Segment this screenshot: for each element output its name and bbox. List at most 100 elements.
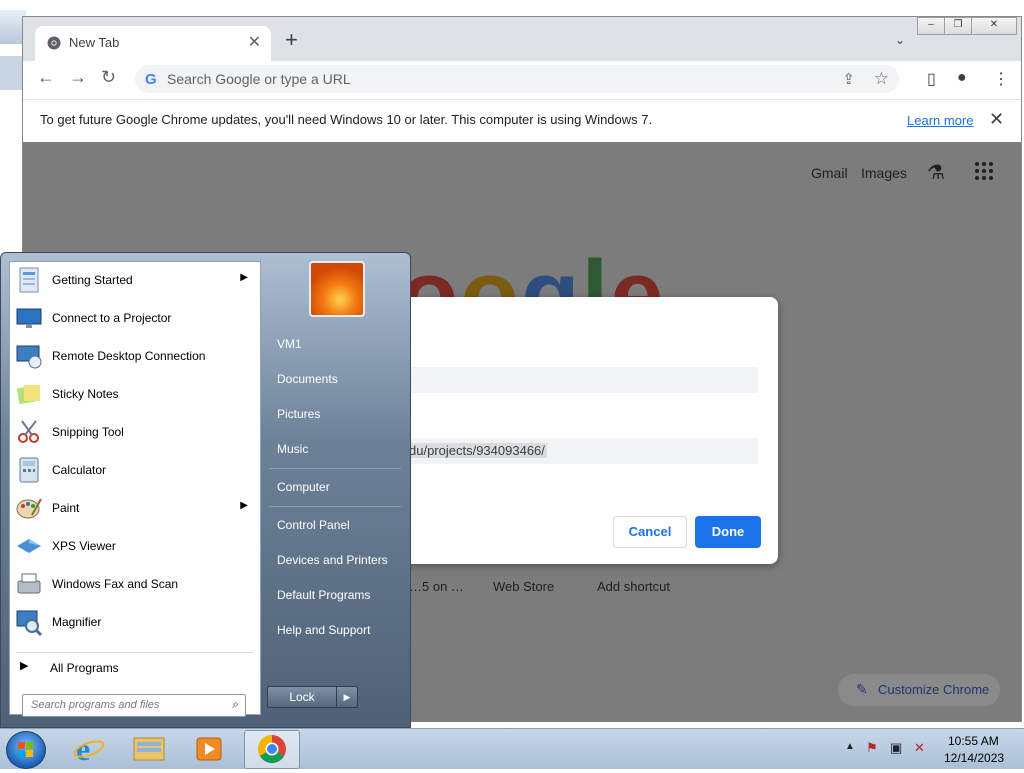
program-connect-projector[interactable]: Connect to a Projector: [10, 300, 260, 336]
magnifier-icon: [16, 610, 43, 637]
program-fax-scan[interactable]: Windows Fax and Scan: [10, 566, 260, 602]
omnibox[interactable]: G Search Google or type a URL ⇪ ☆: [135, 65, 899, 93]
gmail-link[interactable]: Gmail: [811, 165, 848, 181]
close-window-button[interactable]: ✕: [971, 17, 1017, 35]
clock-time[interactable]: 10:55 AM: [948, 734, 999, 748]
windows-logo-icon: [18, 742, 33, 757]
search-placeholder: Search programs and files: [31, 699, 160, 711]
tab-new-tab[interactable]: New Tab ✕: [35, 26, 271, 61]
tray-expand-icon[interactable]: ▲: [845, 741, 855, 752]
toolbar: ← → ↻ G Search Google or type a URL ⇪ ☆ …: [23, 61, 1021, 97]
program-snipping-tool[interactable]: Snipping Tool: [10, 414, 260, 450]
program-sticky-notes[interactable]: Sticky Notes: [10, 376, 260, 412]
submenu-arrow-icon: ▶: [240, 500, 248, 511]
url-input[interactable]: du/projects/934093466/: [395, 438, 758, 464]
start-item-default-programs[interactable]: Default Programs: [277, 588, 370, 602]
program-label: Magnifier: [52, 615, 102, 629]
chrome-icon: [258, 735, 286, 763]
program-magnifier[interactable]: Magnifier: [10, 604, 260, 640]
user-picture-avatar[interactable]: [309, 261, 365, 317]
clock-date[interactable]: 12/14/2023: [944, 751, 1004, 765]
start-menu: Getting Started ▶ Connect to a Projector…: [0, 252, 411, 728]
lock-button[interactable]: Lock: [267, 686, 337, 708]
pencil-icon: ✎: [856, 681, 868, 697]
taskbar-media-player[interactable]: [182, 730, 236, 767]
program-label: Calculator: [52, 463, 107, 477]
done-button[interactable]: Done: [695, 516, 761, 548]
customize-chrome-button[interactable]: ✎ Customize Chrome: [838, 674, 1000, 706]
sticky-notes-icon: [16, 385, 40, 405]
start-orb-button[interactable]: [6, 731, 46, 769]
program-getting-started[interactable]: Getting Started ▶: [10, 262, 260, 298]
fax-scanner-icon: [17, 573, 41, 594]
program-label: Remote Desktop Connection: [52, 349, 206, 363]
program-label: Connect to a Projector: [52, 311, 172, 325]
edit-shortcut-dialog: du/projects/934093466/ Cancel Done: [395, 297, 778, 564]
profile-avatar-icon[interactable]: ●: [957, 69, 967, 87]
learn-more-link[interactable]: Learn more: [907, 113, 973, 128]
share-icon[interactable]: ⇪: [842, 70, 855, 88]
labs-flask-icon[interactable]: ⚗: [927, 160, 945, 185]
taskbar-internet-explorer[interactable]: e: [62, 730, 116, 767]
menu-kebab-icon[interactable]: ⋮: [993, 69, 1009, 89]
internet-explorer-icon: e: [73, 731, 105, 767]
programs-pane: Getting Started ▶ Connect to a Projector…: [9, 261, 261, 717]
start-item-control-panel[interactable]: Control Panel: [277, 518, 350, 532]
xps-viewer-icon: [17, 539, 41, 553]
new-tab-button[interactable]: +: [285, 29, 298, 51]
apps-grid-icon[interactable]: [975, 162, 993, 180]
tab-search-chevron-icon[interactable]: ⌄: [895, 33, 905, 47]
chrome-favicon-icon: [47, 36, 61, 50]
start-item-help-support[interactable]: Help and Support: [277, 623, 370, 637]
omnibox-placeholder: Search Google or type a URL: [167, 71, 351, 87]
restore-button[interactable]: ❐: [944, 17, 972, 35]
start-item-pictures[interactable]: Pictures: [277, 407, 320, 421]
shortcut-add[interactable]: Add shortcut: [597, 579, 670, 594]
minimize-button[interactable]: –: [917, 17, 945, 35]
tab-close-icon[interactable]: ✕: [248, 32, 261, 52]
reload-icon[interactable]: ↻: [101, 67, 116, 88]
name-input[interactable]: [395, 367, 758, 393]
shortcut-web-store[interactable]: Web Store: [493, 579, 554, 594]
divider: [16, 652, 254, 653]
folder-icon: [133, 737, 165, 761]
search-icon: ⌕: [232, 697, 239, 711]
network-icon[interactable]: ▣: [890, 740, 902, 756]
program-label: XPS Viewer: [52, 539, 116, 553]
program-label: Sticky Notes: [52, 387, 119, 401]
taskbar-google-chrome[interactable]: [244, 730, 300, 769]
program-paint[interactable]: Paint ▶: [10, 490, 260, 526]
shortcut-label[interactable]: …5 on …: [409, 579, 464, 594]
back-arrow-icon[interactable]: ←: [37, 67, 55, 88]
program-remote-desktop[interactable]: Remote Desktop Connection: [10, 338, 260, 374]
images-link[interactable]: Images: [861, 165, 907, 181]
volume-muted-icon[interactable]: ✕: [914, 740, 925, 756]
program-label: Snipping Tool: [52, 425, 124, 439]
forward-arrow-icon[interactable]: →: [69, 67, 87, 88]
getting-started-icon: [19, 267, 39, 293]
divider: [269, 506, 401, 507]
start-item-user[interactable]: VM1: [277, 337, 302, 351]
window-controls: – ❐ ✕: [917, 17, 1017, 35]
start-item-music[interactable]: Music: [277, 442, 308, 456]
cancel-button[interactable]: Cancel: [613, 516, 687, 548]
side-panel-icon[interactable]: ▯: [927, 69, 936, 89]
program-xps-viewer[interactable]: XPS Viewer: [10, 528, 260, 564]
search-programs-input[interactable]: Search programs and files ⌕: [22, 694, 246, 717]
shutdown-options-arrow-icon[interactable]: ▶: [336, 686, 358, 708]
bookmark-star-icon[interactable]: ☆: [874, 69, 889, 89]
divider: [269, 468, 401, 469]
start-item-devices-printers[interactable]: Devices and Printers: [277, 553, 388, 567]
all-programs-button[interactable]: ▶ All Programs: [10, 655, 260, 679]
action-center-flag-icon[interactable]: ⚑: [866, 740, 878, 756]
scissors-icon: [18, 420, 39, 443]
taskbar: e ▲ ⚑ ▣ ✕ 10:55 AM 12/14/2023: [0, 728, 1024, 769]
all-programs-label: All Programs: [50, 661, 119, 675]
start-item-computer[interactable]: Computer: [277, 480, 330, 494]
start-item-documents[interactable]: Documents: [277, 372, 338, 386]
infobar-close-icon[interactable]: ✕: [989, 109, 1004, 130]
title-bar: New Tab ✕ + ⌄ – ❐ ✕: [23, 17, 1021, 61]
program-calculator[interactable]: Calculator: [10, 452, 260, 488]
taskbar-windows-explorer[interactable]: [122, 730, 176, 767]
program-label: Windows Fax and Scan: [52, 577, 179, 591]
